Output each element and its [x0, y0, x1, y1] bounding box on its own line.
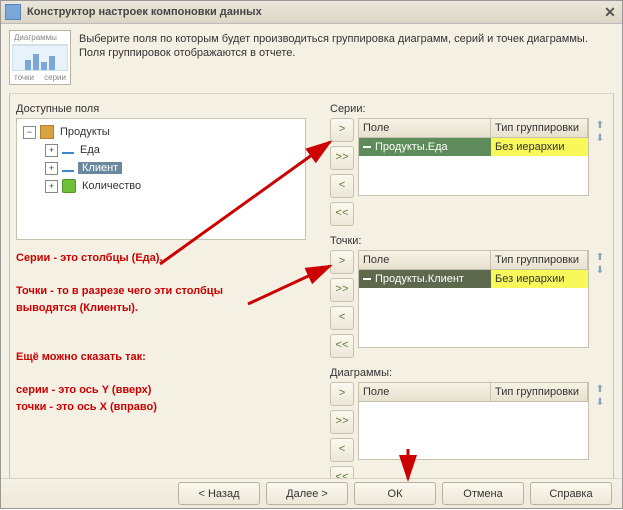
move-right-button[interactable]: >: [330, 382, 354, 406]
series-grid[interactable]: Поле Тип группировки Продукты.Еда Без ие…: [358, 118, 589, 196]
diagrams-section: Диаграммы: > >> < << Поле Тип группировк…: [330, 364, 607, 490]
series-col-field: Поле: [359, 119, 491, 137]
expand-icon[interactable]: +: [45, 180, 58, 193]
diagrams-up-button[interactable]: ⬆: [595, 384, 606, 395]
series-down-button[interactable]: ⬇: [595, 133, 606, 144]
points-col-field: Поле: [359, 251, 491, 269]
footer: < Назад Далее > ОК Отмена Справка: [1, 478, 622, 508]
ok-button[interactable]: ОК: [354, 482, 436, 505]
cube-icon: [40, 125, 54, 139]
tree-item-kolichestvo[interactable]: + Количество: [19, 177, 303, 195]
move-left-button[interactable]: <: [330, 306, 354, 330]
series-label: Серии:: [330, 100, 607, 118]
points-down-button[interactable]: ⬇: [595, 265, 606, 276]
move-left-button[interactable]: <: [330, 174, 354, 198]
points-row[interactable]: Продукты.Клиент Без иерархии: [359, 270, 588, 288]
chart-tab-label: Диаграммы: [12, 33, 68, 45]
field-icon: [62, 170, 74, 172]
field-icon: [62, 152, 74, 154]
move-all-left-button[interactable]: <<: [330, 334, 354, 358]
tree-root[interactable]: − Продукты: [19, 123, 303, 141]
series-section: Серии: > >> < << Поле Тип группировки Пр…: [330, 100, 607, 226]
toolbar: Диаграммы точки серии Выберите поля по к…: [1, 24, 622, 93]
close-icon[interactable]: ✕: [602, 4, 618, 20]
points-label: Точки:: [330, 232, 607, 250]
points-up-button[interactable]: ⬆: [595, 252, 606, 263]
move-all-right-button[interactable]: >>: [330, 146, 354, 170]
points-grid[interactable]: Поле Тип группировки Продукты.Клиент Без…: [358, 250, 589, 348]
cancel-button[interactable]: Отмена: [442, 482, 524, 505]
available-fields-label: Доступные поля: [16, 100, 306, 118]
chart-icon: [12, 45, 68, 71]
points-col-group: Тип группировки: [491, 251, 588, 269]
series-col-group: Тип группировки: [491, 119, 588, 137]
app-icon: [5, 4, 21, 20]
tree-root-label: Продукты: [58, 126, 112, 138]
tree-item-klient[interactable]: + Клиент: [19, 159, 303, 177]
next-button[interactable]: Далее >: [266, 482, 348, 505]
diagrams-col-field: Поле: [359, 383, 491, 401]
minus-icon: [363, 146, 371, 148]
points-section: Точки: > >> < << Поле Тип группировки Пр…: [330, 232, 607, 358]
minus-icon: [363, 278, 371, 280]
move-all-right-button[interactable]: >>: [330, 278, 354, 302]
window-title: Конструктор настроек компоновки данных: [27, 6, 602, 18]
titlebar: Конструктор настроек компоновки данных ✕: [1, 1, 622, 24]
measure-icon: [62, 179, 76, 193]
tree-item-eda[interactable]: + Еда: [19, 141, 303, 159]
chart-axis-y-label: серии: [44, 73, 66, 82]
hint-text: Выберите поля по которым будет производи…: [79, 30, 614, 60]
chart-type-button[interactable]: Диаграммы точки серии: [9, 30, 71, 85]
diagrams-label: Диаграммы:: [330, 364, 607, 382]
expand-icon[interactable]: +: [45, 144, 58, 157]
available-fields-tree[interactable]: − Продукты + Еда + Клиент + Коли: [16, 118, 306, 240]
move-right-button[interactable]: >: [330, 250, 354, 274]
diagrams-down-button[interactable]: ⬇: [595, 397, 606, 408]
back-button[interactable]: < Назад: [178, 482, 260, 505]
move-all-right-button[interactable]: >>: [330, 410, 354, 434]
diagrams-col-group: Тип группировки: [491, 383, 588, 401]
chart-axis-x-label: точки: [14, 73, 34, 82]
main-panel: Доступные поля − Продукты + Еда + Клиент: [9, 93, 614, 487]
annotation-text: Серии - это столбцы (Еда). Точки - то в …: [16, 250, 306, 416]
series-up-button[interactable]: ⬆: [595, 120, 606, 131]
move-left-button[interactable]: <: [330, 438, 354, 462]
series-row[interactable]: Продукты.Еда Без иерархии: [359, 138, 588, 156]
move-right-button[interactable]: >: [330, 118, 354, 142]
collapse-icon[interactable]: −: [23, 126, 36, 139]
move-all-left-button[interactable]: <<: [330, 202, 354, 226]
diagrams-grid[interactable]: Поле Тип группировки: [358, 382, 589, 460]
help-button[interactable]: Справка: [530, 482, 612, 505]
expand-icon[interactable]: +: [45, 162, 58, 175]
